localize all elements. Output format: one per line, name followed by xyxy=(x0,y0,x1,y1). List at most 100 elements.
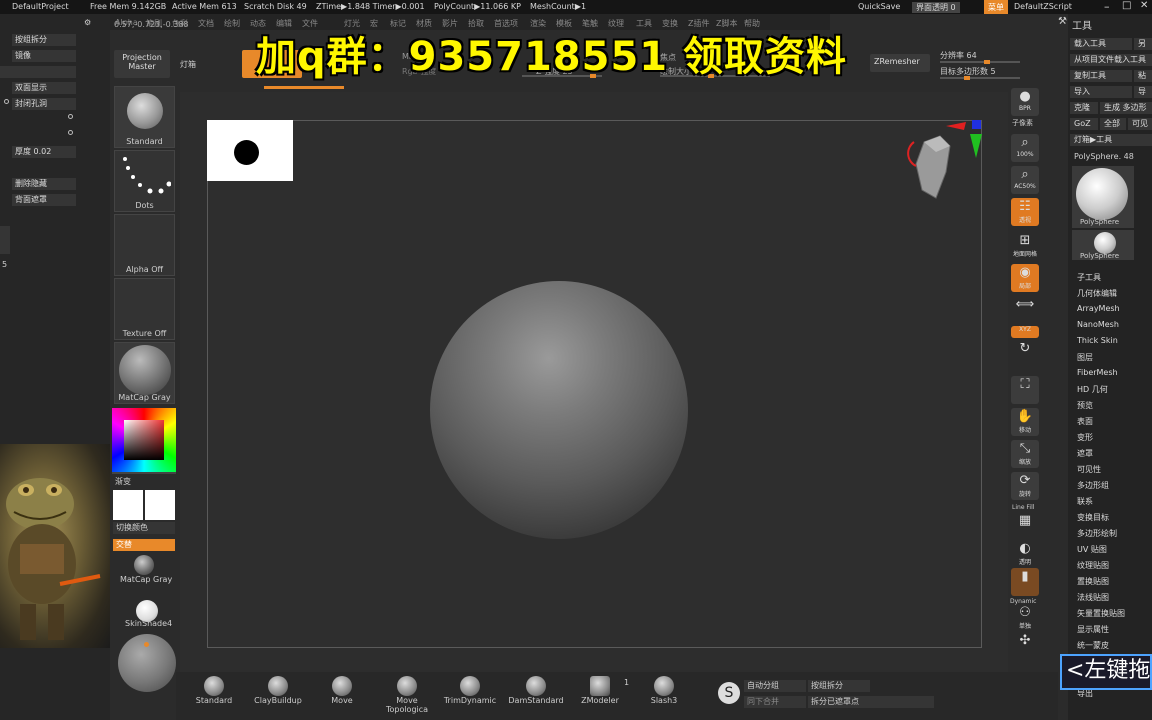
ui-transparency-slider[interactable]: 界面透明 0 xyxy=(912,2,960,13)
bpr-button[interactable]: ● BPR xyxy=(1011,88,1039,116)
subpalette-geometry[interactable]: 几何体编辑 xyxy=(1077,288,1117,299)
subpalette-surface[interactable]: 表面 xyxy=(1077,416,1093,427)
menu-draw[interactable]: 绘制 xyxy=(224,18,240,29)
frame-button[interactable]: ⛶ xyxy=(1011,376,1039,404)
lightbox-tool-button[interactable]: 灯箱▶工具 xyxy=(1070,134,1152,146)
subpalette-contact[interactable]: 联系 xyxy=(1077,496,1093,507)
mirror-button[interactable]: 镜像 xyxy=(12,50,76,62)
load-tool-button[interactable]: 载入工具 xyxy=(1070,38,1132,50)
subpalette-preview[interactable]: 预览 xyxy=(1077,400,1093,411)
subpalette-unified-skin[interactable]: 统一蒙皮 xyxy=(1077,640,1109,651)
goz-button[interactable]: GoZ xyxy=(1070,118,1098,130)
zoom-ac50-button[interactable]: ⌕ AC50% xyxy=(1011,166,1039,194)
subpalette-subtool[interactable]: 子工具 xyxy=(1077,272,1101,283)
light-position-dot[interactable] xyxy=(144,642,149,647)
subpalette-hd-geometry[interactable]: HD 几何 xyxy=(1077,384,1108,395)
auto-group-button[interactable]: 自动分组 xyxy=(744,680,806,692)
texture-tile[interactable]: Texture Off xyxy=(114,278,175,340)
brush-trimdynamic[interactable]: TrimDynamic xyxy=(440,676,500,705)
subpalette-visibility[interactable]: 可见性 xyxy=(1077,464,1101,475)
lightbox-button[interactable]: 灯箱 xyxy=(180,59,196,70)
menu-document[interactable]: 文档 xyxy=(198,18,214,29)
double-side-button[interactable]: 双面显示 xyxy=(12,82,76,94)
radio-dot[interactable] xyxy=(68,130,73,135)
subpalette-display-properties[interactable]: 显示属性 xyxy=(1077,624,1109,635)
current-tool-thumbnail[interactable]: PolySphere xyxy=(1072,166,1134,228)
subpalette-deformation[interactable]: 变形 xyxy=(1077,432,1093,443)
copy-tool-button[interactable]: 复制工具 xyxy=(1070,70,1132,82)
xpose-button[interactable]: ✣ xyxy=(1011,632,1039,660)
brush-move[interactable]: Move xyxy=(312,676,372,705)
alternate-button[interactable]: 交替 xyxy=(113,539,175,551)
subpalette-morph-target[interactable]: 变换目标 xyxy=(1077,512,1109,523)
alpha-tile[interactable]: Alpha Off xyxy=(114,214,175,276)
close-holes-button[interactable]: 封闭孔洞 xyxy=(12,98,76,110)
save-as-button[interactable]: 另存为 xyxy=(1134,38,1152,50)
resolution-slider[interactable]: 分辨率 64 xyxy=(940,50,977,61)
rotation-axis-buttons[interactable]: ↻ xyxy=(1011,340,1039,372)
subpalette-nanomesh[interactable]: NanoMesh xyxy=(1077,320,1119,329)
load-from-project-button[interactable]: 从项目文件载入工具 xyxy=(1070,54,1152,66)
settings-icon[interactable]: ⚙ xyxy=(84,18,91,27)
make-polymesh-button[interactable]: 生成 多边形网格 xyxy=(1100,102,1152,114)
paste-button[interactable]: 粘贴 xyxy=(1134,70,1152,82)
polyframe-button[interactable]: ▦ xyxy=(1011,512,1039,540)
import-button[interactable]: 导入 xyxy=(1070,86,1132,98)
target-polygons-track[interactable] xyxy=(940,76,1020,80)
radio-dot[interactable] xyxy=(68,114,73,119)
default-zscript[interactable]: DefaultZScript xyxy=(1014,2,1072,11)
matcap-small-thumbnail[interactable] xyxy=(134,555,154,575)
subpalette-polygroups[interactable]: 多边形组 xyxy=(1077,480,1109,491)
secondary-color-swatch[interactable] xyxy=(145,490,175,520)
zremesher-button[interactable]: ZRemesher xyxy=(870,54,930,72)
orientation-head-gizmo[interactable] xyxy=(906,118,986,208)
split-masked-points-button[interactable]: 拆分已遮罩点 xyxy=(808,696,934,708)
transparency-button[interactable]: ◐ 透明 xyxy=(1011,540,1039,568)
backface-mask-button[interactable]: 背面遮罩 xyxy=(12,194,76,206)
dynamic-button[interactable]: ▮ xyxy=(1011,568,1039,596)
projection-master-button[interactable]: Projection Master xyxy=(114,50,170,78)
clone-button[interactable]: 克隆 xyxy=(1070,102,1098,114)
export-button[interactable]: 导出 xyxy=(1134,86,1152,98)
split-by-group-button[interactable]: 按组拆分 xyxy=(12,34,76,46)
subpalette-arraymesh[interactable]: ArrayMesh xyxy=(1077,304,1120,313)
brush-damstandard[interactable]: DamStandard xyxy=(506,676,566,705)
subpalette-polypaint[interactable]: 多边形绘制 xyxy=(1077,528,1117,539)
move-button[interactable]: ✋ 移动 xyxy=(1011,408,1039,436)
brush-claybuildup[interactable]: ClayBuildup xyxy=(248,676,308,705)
minimize-icon[interactable]: – xyxy=(1104,0,1110,13)
scale-button[interactable]: ⤡ 缩放 xyxy=(1011,440,1039,468)
subpalette-normal-map[interactable]: 法线贴图 xyxy=(1077,592,1109,603)
slider-knob[interactable] xyxy=(964,76,970,80)
polysphere-small-thumbnail[interactable]: PolySphere xyxy=(1072,230,1134,260)
primary-color-swatch[interactable] xyxy=(113,490,143,520)
subpalette-uv-map[interactable]: UV 贴图 xyxy=(1077,544,1107,555)
zoom-100-button[interactable]: ⌕ 100% xyxy=(1011,134,1039,162)
slider-knob[interactable] xyxy=(984,60,990,64)
symmetry-logo-icon[interactable]: S xyxy=(718,682,740,704)
subpalette-texture-map[interactable]: 纹理贴图 xyxy=(1077,560,1109,571)
perspective-button[interactable]: ☷ 透视 xyxy=(1011,198,1039,226)
split-by-group-bottom-button[interactable]: 按组拆分 xyxy=(808,680,870,692)
brush-zmodeler[interactable]: ZModeler xyxy=(570,676,630,705)
local-button[interactable]: ◉ 局部 xyxy=(1011,264,1039,292)
delete-hidden-button[interactable]: 删除隐藏 xyxy=(12,178,76,190)
color-picker[interactable] xyxy=(112,408,176,474)
xyz-button[interactable]: XYZ xyxy=(1011,326,1039,338)
quicksave-button[interactable]: QuickSave xyxy=(858,2,900,11)
material-preview-sphere[interactable] xyxy=(118,634,176,692)
subpalette-vector-displacement-map[interactable]: 矢量置换贴图 xyxy=(1077,608,1125,619)
goz-visible-button[interactable]: 可见 xyxy=(1128,118,1152,130)
subpalette-displacement-map[interactable]: 置换贴图 xyxy=(1077,576,1109,587)
solo-button[interactable]: ⚇ 单独 xyxy=(1011,604,1039,632)
resolution-track[interactable] xyxy=(940,60,1020,64)
floor-button[interactable]: ⊞ 地面网格 xyxy=(1011,232,1039,260)
subpalette-thickskin[interactable]: Thick Skin xyxy=(1077,336,1118,345)
menu-button[interactable]: 菜单 xyxy=(984,0,1008,14)
brush-slash3[interactable]: Slash3 xyxy=(634,676,694,705)
brush-tile-standard[interactable]: Standard xyxy=(114,86,175,148)
brush-standard[interactable]: Standard xyxy=(184,676,244,705)
stroke-tile-dots[interactable]: Dots xyxy=(114,150,175,212)
material-tile[interactable]: MatCap Gray xyxy=(114,342,175,404)
radio-dot[interactable] xyxy=(4,99,9,104)
